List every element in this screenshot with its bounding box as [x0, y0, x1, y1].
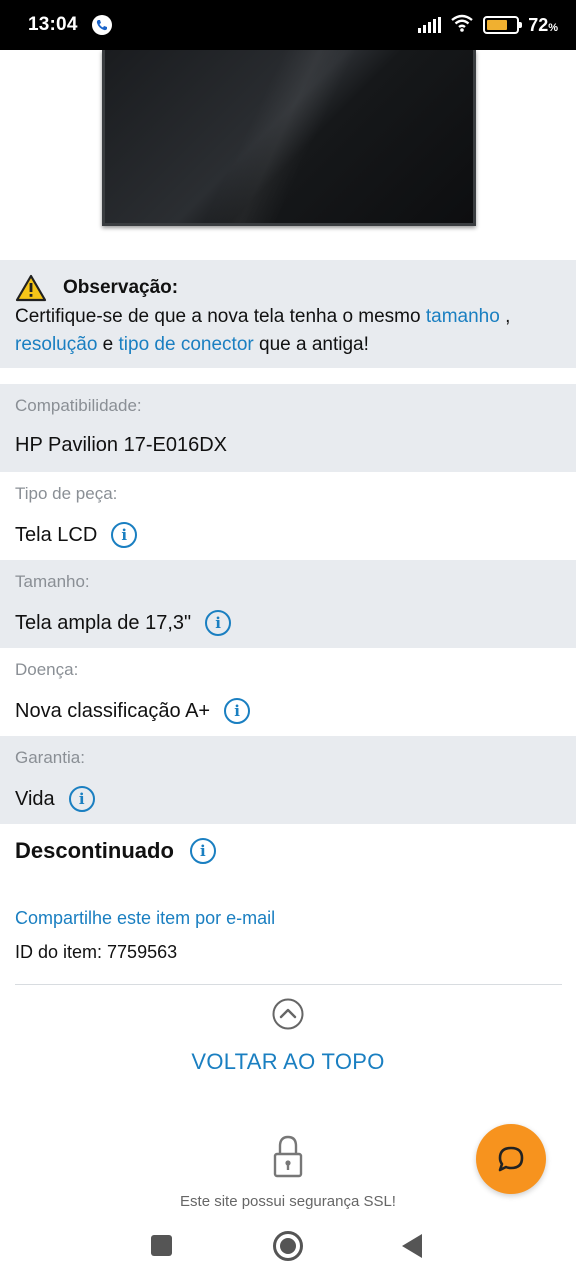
spec-row-condition: Doença: Nova classificação A+ i: [0, 648, 576, 736]
info-icon[interactable]: i: [111, 522, 138, 548]
lock-icon: [273, 1135, 303, 1178]
call-icon: [91, 15, 112, 35]
spec-value: HP Pavilion 17-E016DX: [15, 434, 227, 456]
signal-icon: [418, 17, 442, 33]
back-button[interactable]: [402, 1234, 422, 1258]
system-nav-bar: [0, 1212, 576, 1280]
info-icon[interactable]: i: [205, 610, 232, 636]
discontinued-label: Descontinuado: [15, 838, 174, 863]
link-connector-type[interactable]: tipo de conector: [119, 334, 254, 355]
spec-label: Doença:: [15, 660, 79, 679]
spec-row-compatibility: Compatibilidade: HP Pavilion 17-E016DX: [0, 384, 576, 472]
product-image[interactable]: [102, 50, 476, 226]
spec-label: Compatibilidade:: [15, 396, 142, 415]
info-icon[interactable]: i: [189, 838, 216, 864]
wifi-icon: [450, 14, 474, 37]
spec-row-part-type: Tipo de peça: Tela LCD i: [0, 472, 576, 560]
battery-icon: [483, 16, 523, 34]
discontinued-row: Descontinuado i: [15, 838, 216, 864]
share-by-email-link[interactable]: Compartilhe este item por e-mail: [15, 908, 275, 929]
spec-value: Tela LCD: [15, 523, 98, 546]
back-to-top[interactable]: VOLTAR AO TOPO: [0, 998, 576, 1075]
spec-label: Tamanho:: [15, 572, 90, 591]
item-id: ID do item: 7759563: [15, 942, 178, 962]
divider: [15, 984, 562, 985]
warning-icon: [15, 274, 47, 302]
recents-button[interactable]: [151, 1235, 172, 1256]
chat-button[interactable]: [476, 1124, 546, 1194]
home-button[interactable]: [273, 1231, 303, 1261]
spec-row-size: Tamanho: Tela ampla de 17,3" i: [0, 560, 576, 648]
note-box: Observação: Certifique-se de que a nova …: [0, 260, 576, 368]
info-icon[interactable]: i: [68, 786, 95, 812]
spec-label: Tipo de peça:: [15, 484, 118, 503]
chevron-up-circle-icon[interactable]: [272, 998, 304, 1030]
info-icon[interactable]: i: [224, 698, 251, 724]
note-text: Certifique-se de que a nova tela tenha o…: [15, 306, 511, 355]
battery-level: 72%: [528, 14, 558, 35]
spec-value: Vida: [15, 787, 55, 810]
spec-value: Tela ampla de 17,3": [15, 611, 192, 634]
product-image-area: [0, 50, 576, 260]
note-title: Observação:: [63, 277, 179, 298]
ssl-text: Este site possui segurança SSL!: [180, 1193, 396, 1210]
spec-label: Garantia:: [15, 748, 85, 767]
chat-bubble-icon: [498, 1146, 524, 1172]
spec-value: Nova classificação A+: [15, 699, 211, 722]
spec-list: Compatibilidade: HP Pavilion 17-E016DX T…: [0, 384, 576, 824]
status-bar: 13:04 72%: [0, 0, 576, 50]
back-to-top-label[interactable]: VOLTAR AO TOPO: [0, 1049, 576, 1075]
spec-row-warranty: Garantia: Vida i: [0, 736, 576, 824]
status-time: 13:04: [28, 14, 78, 35]
link-size[interactable]: tamanho: [426, 306, 500, 327]
link-resolution[interactable]: resolução: [15, 334, 97, 355]
